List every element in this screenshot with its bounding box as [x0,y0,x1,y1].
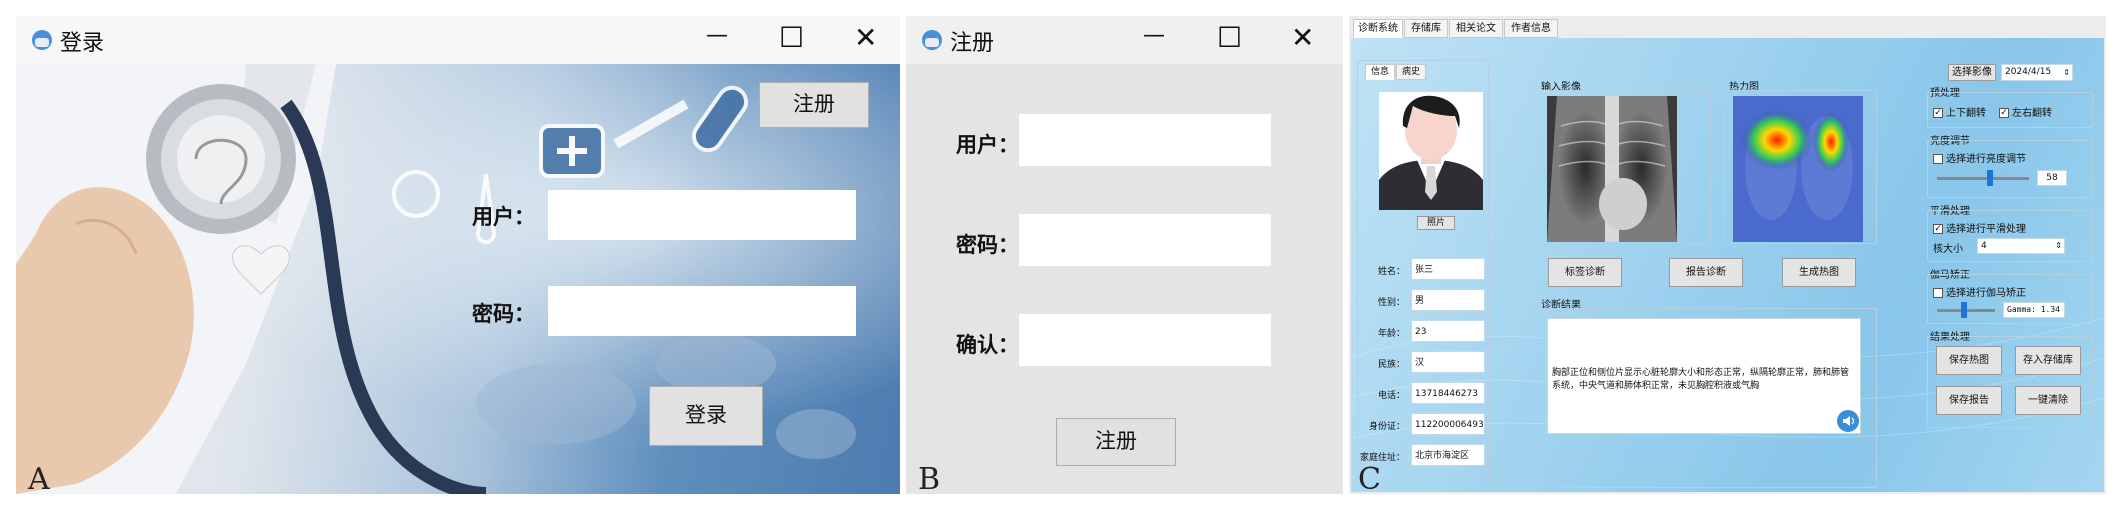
gamma-value-box: Gamma: 1.34 [2003,302,2065,318]
flip-ud-checkmark: ✓ [1933,108,1943,118]
app-robot-icon [922,30,942,50]
gamma-check-box [1933,288,1943,298]
medical-background-image [16,64,900,494]
patient-field-label: 姓名： [1377,267,1405,277]
photo-button[interactable]: 照片 [1417,216,1455,230]
minimize-button[interactable]: — [1143,25,1165,47]
gamma-check-label: 选择进行伽马矫正 [1946,288,2026,299]
gamma-checkbox[interactable]: 选择进行伽马矫正 [1933,284,2026,299]
password-label: 密码： [956,233,1019,257]
smooth-checkmark: ✓ [1933,224,1943,234]
confirm-password-input[interactable] [1019,314,1271,366]
tab-related-papers[interactable]: 相关论文 [1449,19,1503,38]
gamma-slider-thumb[interactable] [1961,302,1967,318]
patient-field-label: 身份证： [1368,422,1405,432]
subtab-history[interactable]: 病史 [1396,64,1426,80]
patient-field-input[interactable]: 张三 [1411,258,1485,280]
stethoscope-hand-illustration [16,64,900,494]
kernel-size-label: 核大小 [1933,244,1963,255]
clear-all-button[interactable]: 一键清除 [2015,386,2081,415]
user-label: 用户： [472,205,535,229]
maximize-button[interactable]: ☐ [1217,24,1242,52]
subtab-info[interactable]: 信息 [1365,64,1395,80]
diagnosis-window: 诊断系统 存储库 相关论文 作者信息 信息 病史 照片 姓名： 张三 性别： 男… [1349,16,2106,494]
generate-heatmap-button[interactable]: 生成热图 [1782,258,1856,287]
tab-diagnosis-system[interactable]: 诊断系统 [1353,19,1403,38]
brightness-check-box [1933,154,1943,164]
minimize-button[interactable]: — [706,25,728,47]
patient-field-label: 年龄： [1377,329,1405,339]
panel-label-a: A [28,462,50,497]
register-button[interactable]: 注册 [759,82,869,128]
tab-author-info[interactable]: 作者信息 [1504,19,1558,38]
save-heatmap-button[interactable]: 保存热图 [1936,346,2002,375]
close-button[interactable]: ✕ [854,24,877,52]
patient-field-input[interactable]: 13718446273 [1411,382,1485,404]
patient-field-input[interactable]: 112200006493054 [1411,413,1485,435]
maximize-button[interactable]: ☐ [779,24,804,52]
confirm-label: 确认： [956,333,1019,357]
flip-ud-label: 上下翻转 [1946,108,1986,119]
date-picker[interactable]: 2024/4/15 ⇕ [2001,64,2073,81]
kernel-spin-icon[interactable]: ⇕ [2055,239,2062,253]
speaker-icon[interactable] [1837,410,1859,432]
patient-field-label: 性别： [1377,298,1405,308]
panel-label-c: C [1358,462,1381,497]
brightness-checkbox[interactable]: 选择进行亮度调节 [1933,150,2026,165]
patient-field-input[interactable]: 23 [1411,320,1485,342]
user-label: 用户： [956,133,1019,157]
brightness-check-label: 选择进行亮度调节 [1946,154,2026,165]
panel-label-b: B [918,462,941,497]
user-input[interactable] [1019,114,1271,166]
flip-lr-checkmark: ✓ [1999,108,2009,118]
avatar [1379,92,1483,210]
smooth-check-label: 选择进行平滑处理 [1946,224,2026,235]
brightness-slider-thumb[interactable] [1987,170,1994,186]
save-to-repository-button[interactable]: 存入存储库 [2015,346,2081,375]
window-title: 登录 [60,31,105,56]
register-window: 注册 — ☐ ✕ 用户： 密码： 确认： 注册 [906,16,1343,494]
flip-lr-checkbox[interactable]: ✓ 左右翻转 [1999,104,2052,119]
user-input[interactable] [548,190,856,240]
patient-field-input[interactable]: 北京市海淀区 [1411,444,1485,466]
select-image-button[interactable]: 选择影像 [1948,64,1996,81]
smooth-checkbox[interactable]: ✓ 选择进行平滑处理 [1933,220,2026,235]
patient-field-label: 电话： [1377,391,1405,401]
patient-field-label: 民族： [1377,360,1405,370]
chest-xray-image [1547,96,1677,242]
tab-repository[interactable]: 存储库 [1404,19,1448,38]
brightness-group [1927,140,2093,198]
patient-field-input[interactable]: 男 [1411,289,1485,311]
login-window: 登录 — ☐ ✕ 注册 用户： 密码： 登录 [16,16,900,494]
brightness-value-box[interactable]: 58 [2037,170,2067,186]
diagnosis-result-text: 胸部正位和侧位片显示心脏轮廓大小和形态正常，纵隔轮廓正常，肺和肺管系统，中央气道… [1552,368,1850,391]
kernel-size-spinbox[interactable]: 4 ⇕ [1977,238,2065,254]
date-spin-icon[interactable]: ⇕ [2063,65,2070,80]
label-diagnosis-button[interactable]: 标签诊断 [1548,258,1622,287]
app-robot-icon [32,30,52,50]
flip-lr-label: 左右翻转 [2012,108,2052,119]
password-input[interactable] [548,286,856,336]
heatmap-image [1733,96,1863,242]
diagnosis-content: 信息 病史 照片 姓名： 张三性别： 男年龄： 23 民族： 汉电话： 1371844627… [1351,38,2104,492]
diagnosis-result-textbox[interactable]: 胸部正位和侧位片显示心脏轮廓大小和形态正常，纵隔轮廓正常，肺和肺管系统，中央气道… [1547,318,1861,434]
kernel-size-value: 4 [1981,241,1987,251]
save-report-button[interactable]: 保存报告 [1936,386,2002,415]
register-submit-button[interactable]: 注册 [1056,418,1176,466]
patient-field-input[interactable]: 汉 [1411,351,1485,373]
password-input[interactable] [1019,214,1271,266]
password-label: 密码： [472,302,535,326]
close-button[interactable]: ✕ [1291,24,1314,52]
report-diagnosis-button[interactable]: 报告诊断 [1669,258,1743,287]
flip-ud-checkbox[interactable]: ✓ 上下翻转 [1933,104,1986,119]
brightness-slider-track[interactable] [1937,177,2029,180]
login-button[interactable]: 登录 [649,386,763,446]
window-title: 注册 [950,31,995,56]
date-value: 2024/4/15 [2005,67,2052,77]
